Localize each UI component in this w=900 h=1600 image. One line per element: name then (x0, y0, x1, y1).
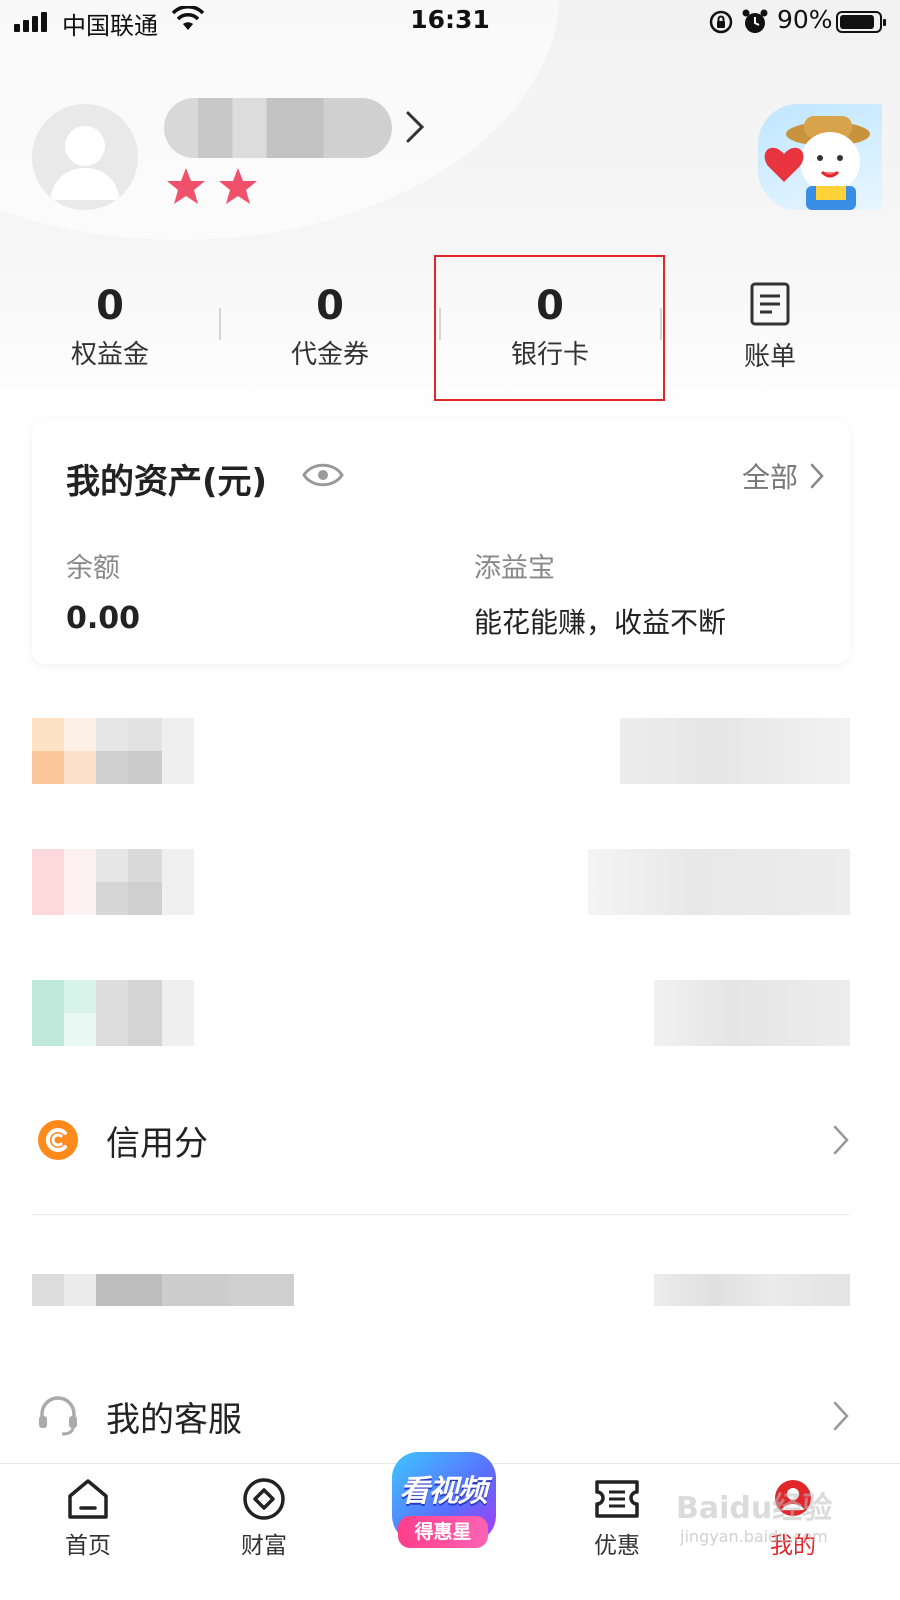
stat-vouchers-value: 0 (316, 283, 344, 329)
member-stars (166, 166, 258, 206)
list-item-blurred[interactable] (32, 980, 850, 1046)
balance-value: 0.00 (66, 601, 141, 636)
wealth-icon (243, 1478, 285, 1520)
baidu-watermark: Baidu经验 (676, 1491, 833, 1526)
tab-offers-label: 优惠 (594, 1533, 640, 1559)
stat-equity-value: 0 (96, 283, 124, 329)
customer-service-label: 我的客服 (106, 1399, 242, 1440)
tianyibao-label: 添益宝 (474, 553, 555, 584)
balance-block[interactable]: 余额 0.00 (66, 546, 140, 636)
bill-icon (750, 282, 790, 326)
list-item-customer-service[interactable]: 我的客服 (32, 1376, 850, 1456)
tianyibao-block[interactable]: 添益宝 能花能赚，收益不断 (474, 546, 726, 641)
credit-score-label: 信用分 (106, 1123, 208, 1164)
stat-vouchers-label: 代金券 (290, 340, 369, 370)
stat-bills-label: 账单 (743, 342, 796, 372)
view-all-assets-link[interactable]: 全部 (742, 456, 824, 496)
eye-icon[interactable] (302, 458, 344, 492)
chevron-right-icon (810, 463, 824, 489)
credit-score-icon (38, 1120, 78, 1160)
watch-video-promo-button[interactable]: 看视频 得惠星 (386, 1452, 500, 1564)
blurred-value (654, 980, 850, 1046)
list-item-blurred[interactable] (32, 849, 850, 915)
asset-card-title: 我的资产(元) (66, 462, 268, 502)
avatar[interactable] (32, 104, 138, 210)
ticket-icon (595, 1480, 639, 1518)
list-item-credit-score[interactable]: 信用分 (32, 1100, 850, 1180)
blurred-value (620, 718, 850, 784)
tab-wealth[interactable]: 财富 (204, 1476, 324, 1560)
balance-label: 余额 (66, 553, 120, 584)
mascot-banner[interactable] (758, 104, 882, 210)
stat-vouchers[interactable]: 0 代金券 (220, 256, 440, 402)
battery-percent: 90% (777, 5, 833, 34)
list-item-blurred[interactable] (32, 1274, 850, 1306)
promo-main-label: 看视频 (399, 1474, 488, 1509)
asset-card: 我的资产(元) 全部 余额 0.00 添益宝 能花能赚，收益不断 (32, 420, 850, 664)
mascot-illustration-icon (764, 116, 870, 210)
stat-equity-label: 权益金 (70, 340, 149, 370)
star-icon (167, 168, 205, 204)
tab-home-label: 首页 (65, 1533, 111, 1559)
blurred-label (32, 980, 194, 1046)
view-all-label: 全部 (741, 461, 798, 494)
chevron-right-icon (833, 1125, 849, 1155)
tab-home[interactable]: 首页 (28, 1476, 148, 1560)
headset-icon (39, 1396, 77, 1436)
blurred-label (32, 1274, 294, 1306)
star-icon (219, 168, 257, 204)
status-bar: 中国联通 16:31 90% (0, 0, 900, 46)
username-blurred[interactable] (164, 98, 392, 158)
tab-wealth-label: 财富 (241, 1533, 287, 1559)
tab-offers[interactable]: 优惠 (557, 1476, 677, 1560)
blurred-label (32, 849, 194, 915)
highlight-annotation-box (434, 255, 665, 401)
alarm-icon (742, 9, 768, 33)
battery-icon (836, 11, 886, 33)
promo-sub-label: 得惠星 (398, 1516, 488, 1548)
rotation-lock-icon (709, 10, 733, 34)
stat-equity[interactable]: 0 权益金 (0, 256, 220, 402)
list-divider (32, 1214, 850, 1215)
home-icon (68, 1479, 108, 1519)
bottom-tab-bar: 首页 财富 看视频 得惠星 优惠 我的 Baidu经验 jingyan.baid… (0, 1452, 900, 1600)
blurred-value (654, 1274, 850, 1306)
stat-divider (219, 308, 221, 340)
stat-bills[interactable]: 账单 (660, 256, 880, 402)
blurred-label (32, 718, 194, 784)
tianyibao-description: 能花能赚，收益不断 (474, 606, 727, 639)
list-item-blurred[interactable] (32, 718, 850, 784)
chevron-right-icon[interactable] (404, 110, 426, 144)
baidu-watermark-url: jingyan.baidu.com (680, 1527, 828, 1546)
chevron-right-icon (833, 1401, 849, 1431)
blurred-value (588, 849, 850, 915)
user-silhouette-icon (50, 126, 120, 200)
